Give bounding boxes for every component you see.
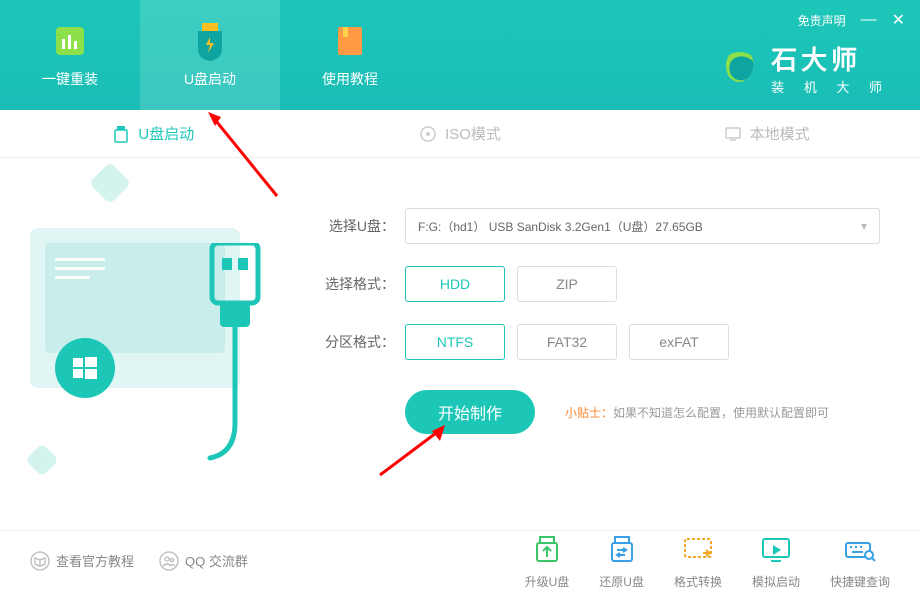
action-upgrade-usb[interactable]: 升级U盘 [525, 532, 570, 590]
qq-group-link[interactable]: QQ 交流群 [159, 551, 248, 571]
disclaimer-link[interactable]: 免责声明 [798, 12, 846, 29]
subtabs: U盘启动 ISO模式 本地模式 [0, 110, 920, 158]
action-simulate-boot[interactable]: 模拟启动 [752, 532, 800, 590]
nav-reinstall[interactable]: 一键重装 [0, 0, 140, 110]
action-format-convert[interactable]: 格式转换 [674, 532, 722, 590]
official-tutorial-link[interactable]: 查看官方教程 [30, 551, 134, 571]
header: 一键重装 U盘启动 使用教程 免责声明 — ✕ 石大师 装 机 大 师 [0, 0, 920, 110]
brand-logo: 石大师 装 机 大 师 [719, 40, 890, 96]
partition-label: 分区格式： [320, 332, 395, 352]
select-usb-label: 选择U盘： [320, 216, 395, 236]
annotation-arrow-2 [370, 425, 450, 485]
book-open-icon [30, 551, 50, 571]
keyboard-search-icon [842, 532, 878, 568]
monitor-icon [724, 125, 742, 143]
partition-exfat[interactable]: exFAT [629, 324, 729, 360]
partition-ntfs[interactable]: NTFS [405, 324, 505, 360]
restore-icon [604, 532, 640, 568]
bar-chart-icon [50, 21, 90, 61]
simulate-icon [758, 532, 794, 568]
partition-fat32[interactable]: FAT32 [517, 324, 617, 360]
minimize-button[interactable]: — [861, 11, 877, 29]
usb-select[interactable]: F:G:（hd1） USB SanDisk 3.2Gen1（U盘）27.65GB… [405, 208, 880, 244]
format-hdd[interactable]: HDD [405, 266, 505, 302]
close-button[interactable]: ✕ [892, 10, 905, 30]
subtab-iso[interactable]: ISO模式 [307, 110, 614, 157]
usb-plug-icon [200, 243, 270, 483]
book-icon [330, 21, 370, 61]
action-hotkey-lookup[interactable]: 快捷键查询 [830, 532, 890, 590]
format-label: 选择格式： [320, 274, 395, 294]
tip-text: 小贴士：如果不知道怎么配置，使用默认配置即可 [565, 404, 829, 421]
chevron-down-icon: ▾ [861, 219, 867, 233]
people-icon [159, 551, 179, 571]
nav-tutorial[interactable]: 使用教程 [280, 0, 420, 110]
format-zip[interactable]: ZIP [517, 266, 617, 302]
iso-icon [419, 125, 437, 143]
subtab-local[interactable]: 本地模式 [613, 110, 920, 157]
action-restore-usb[interactable]: 还原U盘 [599, 532, 644, 590]
windows-icon [55, 338, 115, 398]
illustration [0, 158, 300, 530]
upgrade-icon [529, 532, 565, 568]
convert-icon [680, 532, 716, 568]
nav-usb-boot[interactable]: U盘启动 [140, 0, 280, 110]
annotation-arrow-1 [207, 111, 297, 211]
usb-shield-icon [190, 21, 230, 61]
usb-icon [112, 125, 130, 143]
